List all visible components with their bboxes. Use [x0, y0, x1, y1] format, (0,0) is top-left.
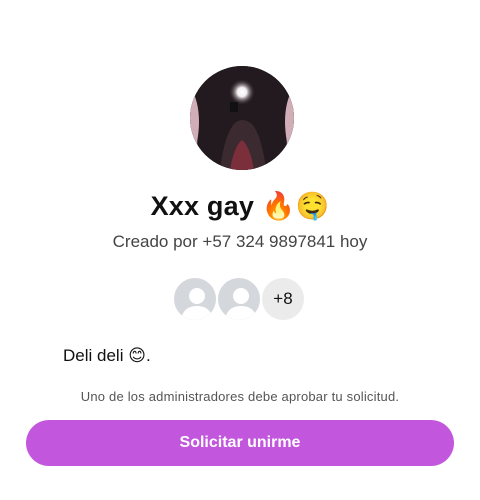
- description-period: .: [145, 346, 151, 365]
- creator-info: Creado por +57 324 9897841 hoy: [112, 232, 368, 251]
- member-avatar: [172, 276, 218, 322]
- member-count-badge: +8: [260, 276, 306, 322]
- person-placeholder-icon: [181, 288, 213, 320]
- person-placeholder-icon: [225, 288, 257, 320]
- request-join-button[interactable]: Solicitar unirme: [26, 420, 454, 466]
- group-name-emojis: 🔥🤤: [261, 191, 330, 222]
- group-photo-image: [190, 66, 294, 170]
- description-text: Deli deli: [63, 346, 124, 365]
- description-emoji: 😊: [128, 346, 146, 366]
- group-name: Xxx gay 🔥🤤: [0, 190, 480, 222]
- group-description: Deli deli 😊.: [63, 346, 151, 366]
- member-avatar: [216, 276, 262, 322]
- approval-note: Uno de los administradores debe aprobar …: [80, 389, 400, 404]
- group-name-text: Xxx gay: [150, 191, 255, 221]
- group-avatar: [190, 66, 294, 170]
- member-avatars[interactable]: +8: [172, 276, 306, 322]
- group-invite-screen: Xxx gay 🔥🤤 Creado por +57 324 9897841 ho…: [0, 0, 480, 500]
